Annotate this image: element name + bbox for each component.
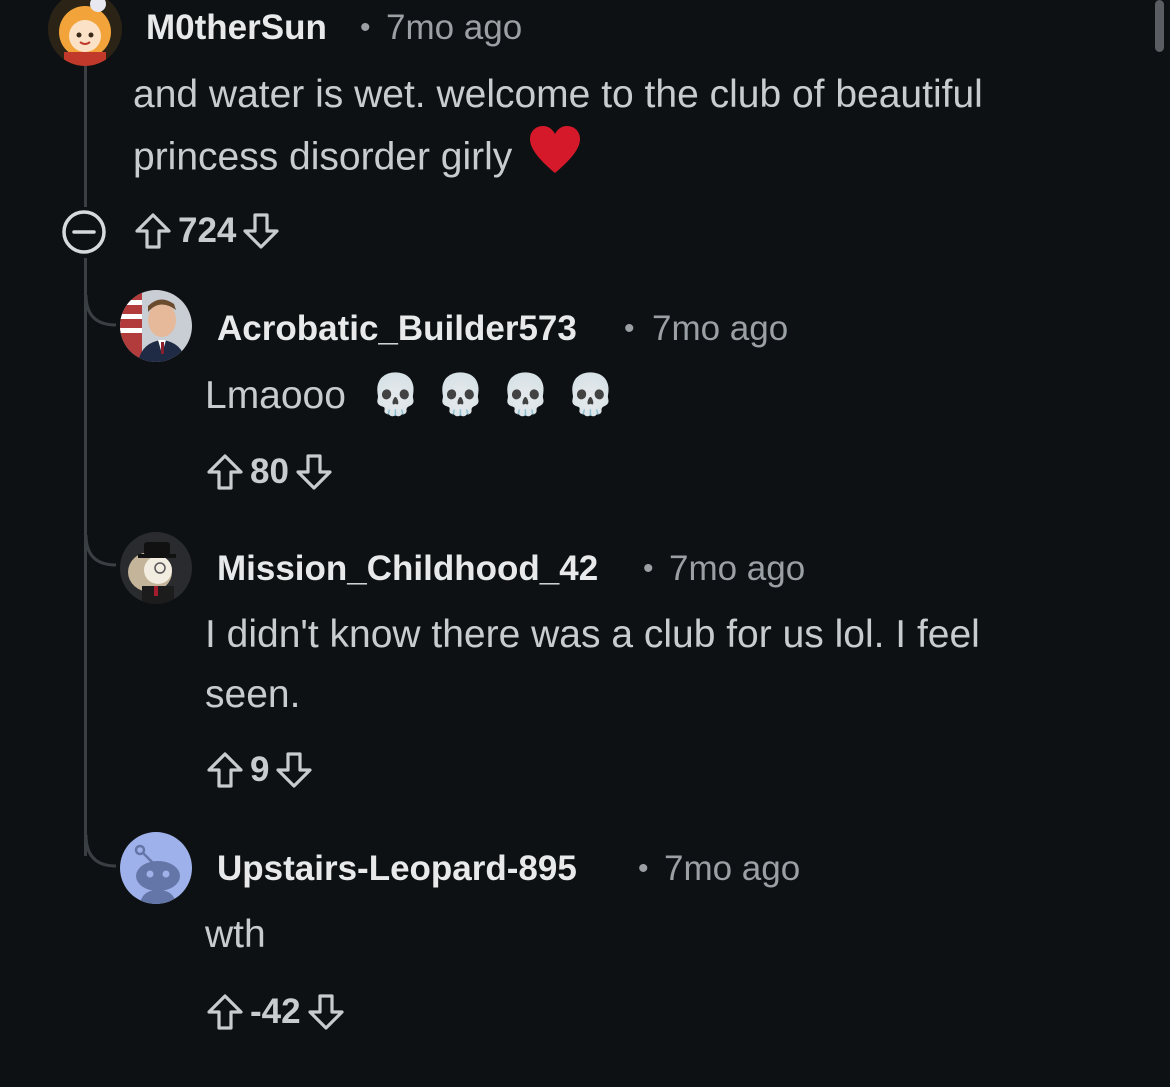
upvote-button[interactable]: [130, 208, 176, 254]
comment-body-line: and water is wet. welcome to the club of…: [133, 73, 983, 116]
snoo-icon: [134, 844, 180, 904]
vote-score: 9: [250, 750, 270, 789]
comment-body-line: I didn't know there was a club for us lo…: [205, 613, 980, 656]
separator-dot: •: [624, 312, 635, 345]
upvote-button[interactable]: [202, 747, 248, 793]
heart-emoji: [528, 125, 582, 193]
arrow-up-icon: [205, 992, 245, 1032]
comment-username[interactable]: Mission_Childhood_42: [217, 549, 598, 589]
vote-score: -42: [250, 992, 301, 1031]
vote-bar: 9: [202, 745, 317, 795]
avatar[interactable]: [120, 832, 192, 904]
downvote-button[interactable]: [238, 208, 284, 254]
thread-branches: [84, 294, 117, 868]
comment-body: I didn't know there was a club for us lo…: [205, 605, 1135, 725]
comment-body-line-2: princess disorder girly: [133, 125, 1133, 193]
collapse-button[interactable]: [60, 208, 108, 256]
comment-body: wth: [205, 905, 266, 965]
arrow-up-icon: [205, 452, 245, 492]
comment-timestamp: 7mo ago: [386, 8, 523, 47]
comment-body: and water is wet. welcome to the club of…: [133, 65, 1133, 193]
separator-dot: •: [643, 552, 654, 585]
minus-circle-icon: [62, 210, 106, 254]
vote-bar: 724: [130, 206, 284, 256]
arrow-down-icon: [241, 211, 281, 251]
arrow-down-icon: [294, 452, 334, 492]
avatar[interactable]: [120, 290, 192, 362]
vote-score: 724: [178, 211, 237, 250]
upvote-button[interactable]: [202, 989, 248, 1035]
arrow-down-icon: [306, 992, 346, 1032]
comment-body-text: wth: [205, 913, 266, 956]
scrollbar[interactable]: [1155, 0, 1164, 52]
comment-timestamp: 7mo ago: [669, 549, 806, 588]
comment-body-line: seen.: [205, 673, 301, 716]
separator-dot: •: [360, 11, 371, 44]
upvote-button[interactable]: [202, 449, 248, 495]
comment-body: Lmaooo 💀 💀 💀 💀: [205, 365, 617, 426]
arrow-down-icon: [274, 750, 314, 790]
comment-username[interactable]: Upstairs-Leopard-895: [217, 849, 577, 889]
comment-body-text: Lmaooo: [205, 374, 346, 417]
vote-bar: 80: [202, 447, 337, 497]
downvote-button[interactable]: [291, 449, 337, 495]
vote-bar: -42: [202, 987, 349, 1037]
skull-emoji: 💀 💀 💀 💀: [370, 373, 618, 417]
comment-username[interactable]: M0therSun: [146, 8, 327, 48]
comment-timestamp: 7mo ago: [664, 849, 801, 888]
vote-score: 80: [250, 452, 289, 491]
arrow-up-icon: [133, 211, 173, 251]
downvote-button[interactable]: [303, 989, 349, 1035]
comment-timestamp: 7mo ago: [652, 309, 789, 348]
comment-username[interactable]: Acrobatic_Builder573: [217, 309, 577, 349]
downvote-button[interactable]: [271, 747, 317, 793]
avatar[interactable]: [120, 532, 192, 604]
comment-body-line: princess disorder girly: [133, 135, 513, 179]
arrow-up-icon: [205, 750, 245, 790]
separator-dot: •: [638, 852, 649, 885]
